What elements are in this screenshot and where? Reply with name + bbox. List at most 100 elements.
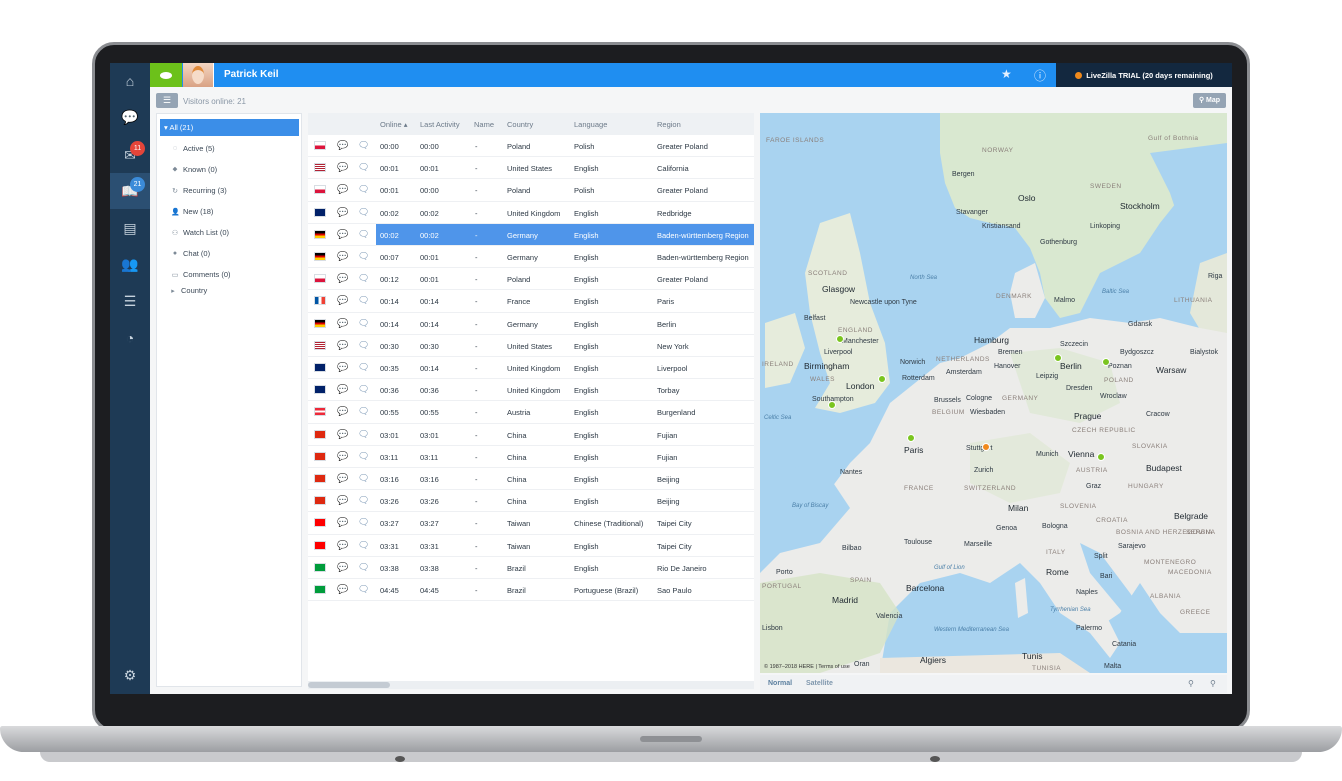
nav-home[interactable]: ⌂ xyxy=(110,63,150,99)
table-scrollbar[interactable] xyxy=(308,681,754,689)
comment-icon[interactable]: 🗨 xyxy=(358,562,369,573)
table-row[interactable]: 💬 🗨 00:35 00:14 - United Kingdom English Liverp… xyxy=(308,357,754,380)
comment-icon[interactable]: 🗨 xyxy=(358,251,369,262)
nav-database[interactable]: ☰ xyxy=(110,283,150,319)
chat-invite-icon[interactable]: 💬 xyxy=(337,540,348,551)
chat-invite-icon[interactable]: 💬 xyxy=(337,495,348,506)
visitor-marker[interactable] xyxy=(1097,453,1105,461)
comment-icon[interactable]: 🗨 xyxy=(358,207,369,218)
comment-icon[interactable]: 🗨 xyxy=(358,517,369,528)
comment-icon[interactable]: 🗨 xyxy=(358,318,369,329)
comment-icon[interactable]: 🗨 xyxy=(358,384,369,395)
chat-invite-icon[interactable]: 💬 xyxy=(337,473,348,484)
chat-invite-icon[interactable]: 💬 xyxy=(337,184,348,195)
filter-recurring[interactable]: ↻ Recurring (3) xyxy=(171,186,227,195)
chat-invite-icon[interactable]: 💬 xyxy=(337,251,348,262)
map-attribution[interactable]: © 1987–2018 HERE | Terms of use xyxy=(764,664,850,670)
visitor-marker-selected[interactable] xyxy=(982,443,990,451)
comment-icon[interactable]: 🗨 xyxy=(358,406,369,417)
table-row[interactable]: 💬 🗨 00:02 00:02 - United Kingdom English Redbri… xyxy=(308,202,754,224)
col-language[interactable]: Language xyxy=(574,120,607,129)
comment-icon[interactable]: 🗨 xyxy=(358,295,369,306)
comment-icon[interactable]: 🗨 xyxy=(358,140,369,151)
table-row[interactable]: 💬 🗨 03:01 03:01 - China English Fujian xyxy=(308,424,754,446)
nav-visitors[interactable]: 📖 21 xyxy=(110,173,150,209)
col-online[interactable]: Online ▴ xyxy=(380,120,408,129)
table-row[interactable]: 💬 🗨 04:45 04:45 - Brazil Portuguese (Brazil) Sa… xyxy=(308,579,754,602)
chat-invite-icon[interactable]: 💬 xyxy=(337,406,348,417)
table-row[interactable]: 💬 🗨 00:07 00:01 - Germany English Baden-württem… xyxy=(308,246,754,269)
visitor-marker[interactable] xyxy=(1102,358,1110,366)
table-row[interactable]: 💬 🗨 03:31 03:31 - Taiwan English Taipei City xyxy=(308,535,754,557)
filter-watch-list[interactable]: ⚇ Watch List (0) xyxy=(171,228,229,237)
chat-invite-icon[interactable]: 💬 xyxy=(337,318,348,329)
chat-invite-icon[interactable]: 💬 xyxy=(337,451,348,462)
nav-settings[interactable]: ⚙ xyxy=(110,657,150,693)
trial-banner[interactable]: LiveZilla TRIAL (20 days remaining) xyxy=(1056,63,1232,87)
table-row[interactable]: 💬 🗨 00:36 00:36 - United Kingdom English Torbay xyxy=(308,379,754,402)
table-row[interactable]: 💬 🗨 00:14 00:14 - Germany English Berlin xyxy=(308,313,754,335)
chat-invite-icon[interactable]: 💬 xyxy=(337,207,348,218)
comment-icon[interactable]: 🗨 xyxy=(358,162,369,173)
nav-archive[interactable]: ▤ xyxy=(110,210,150,246)
comment-icon[interactable]: 🗨 xyxy=(358,429,369,440)
visitor-marker[interactable] xyxy=(907,434,915,442)
table-row[interactable]: 💬 🗨 00:01 00:00 - Poland Polish Greater Poland xyxy=(308,179,754,202)
comment-icon[interactable]: 🗨 xyxy=(358,184,369,195)
col-country[interactable]: Country xyxy=(507,120,533,129)
table-row[interactable]: 💬 🗨 03:38 03:38 - Brazil English Rio De Janeiro xyxy=(308,557,754,579)
visitor-marker[interactable] xyxy=(836,335,844,343)
map-tab-normal[interactable]: Normal xyxy=(768,680,792,687)
chat-invite-icon[interactable]: 💬 xyxy=(337,429,348,440)
table-row[interactable]: 💬 🗨 00:30 00:30 - United States English New Yor… xyxy=(308,335,754,357)
map-button[interactable]: ⚲ Map xyxy=(1193,93,1226,108)
chat-invite-icon[interactable]: 💬 xyxy=(337,273,348,284)
map-tab-satellite[interactable]: Satellite xyxy=(806,680,833,687)
table-row[interactable]: 💬 🗨 03:11 03:11 - China English Fujian xyxy=(308,446,754,468)
filter-country[interactable]: ▸ Country xyxy=(169,286,207,295)
table-row[interactable]: 💬 🗨 00:12 00:01 - Poland English Greater Poland xyxy=(308,268,754,291)
visitor-map[interactable]: Gulf of Bothnia FAROE ISLANDS NORWAY SWE… xyxy=(760,113,1227,673)
visitor-marker[interactable] xyxy=(828,401,836,409)
filter-comments[interactable]: ▭ Comments (0) xyxy=(171,270,231,279)
table-row[interactable]: 💬 🗨 03:26 03:26 - China English Beijing xyxy=(308,490,754,513)
filter-active[interactable]: ◌ Active (5) xyxy=(171,144,215,153)
table-row[interactable]: 💬 🗨 03:16 03:16 - China English Beijing xyxy=(308,468,754,491)
chat-invite-icon[interactable]: 💬 xyxy=(337,362,348,373)
scrollbar-thumb[interactable] xyxy=(308,682,390,688)
comment-icon[interactable]: 🗨 xyxy=(358,473,369,484)
table-row[interactable]: 💬 🗨 00:14 00:14 - France English Paris xyxy=(308,290,754,313)
chat-invite-icon[interactable]: 💬 xyxy=(337,295,348,306)
filter-all[interactable]: ▾ All (21) xyxy=(160,119,299,136)
visitor-marker[interactable] xyxy=(1054,354,1062,362)
comment-icon[interactable]: 🗨 xyxy=(358,229,369,240)
chat-invite-icon[interactable]: 💬 xyxy=(337,140,348,151)
filter-known[interactable]: ⬥ Known (0) xyxy=(171,165,218,174)
table-row[interactable]: 💬 🗨 00:55 00:55 - Austria English Burgenland xyxy=(308,401,754,424)
info-icon[interactable]: ⓘ xyxy=(1034,67,1046,84)
table-row[interactable]: 💬 🗨 00:01 00:01 - United States English Califor… xyxy=(308,157,754,180)
filter-new[interactable]: 👤 New (18) xyxy=(171,207,213,216)
comment-icon[interactable]: 🗨 xyxy=(358,362,369,373)
nav-users[interactable]: 👥 xyxy=(110,246,150,282)
chat-invite-icon[interactable]: 💬 xyxy=(337,562,348,573)
nav-tickets[interactable]: ✉ 11 xyxy=(110,137,150,173)
table-row[interactable]: 💬 🗨 00:02 00:02 - Germany English Baden-württem… xyxy=(308,223,754,246)
chat-invite-icon[interactable]: 💬 xyxy=(337,584,348,595)
nav-reports[interactable]: ◔ xyxy=(110,320,150,356)
avatar[interactable] xyxy=(183,63,214,87)
comment-icon[interactable]: 🗨 xyxy=(358,273,369,284)
chat-invite-icon[interactable]: 💬 xyxy=(337,162,348,173)
chat-invite-icon[interactable]: 💬 xyxy=(337,229,348,240)
col-name[interactable]: Name xyxy=(474,120,494,129)
nav-chats[interactable]: 💬 xyxy=(110,99,150,135)
col-region[interactable]: Region xyxy=(657,120,681,129)
list-view-button[interactable]: ☰ xyxy=(156,93,178,108)
zoom-in-icon[interactable]: ⚲ xyxy=(1210,679,1216,688)
app-logo[interactable] xyxy=(150,63,182,87)
user-name[interactable]: Patrick Keil xyxy=(224,69,278,80)
col-last-activity[interactable]: Last Activity xyxy=(420,120,460,129)
visitor-marker[interactable] xyxy=(878,375,886,383)
comment-icon[interactable]: 🗨 xyxy=(358,540,369,551)
table-row[interactable]: 💬 🗨 00:00 00:00 - Poland Polish Greater Poland xyxy=(308,135,754,158)
